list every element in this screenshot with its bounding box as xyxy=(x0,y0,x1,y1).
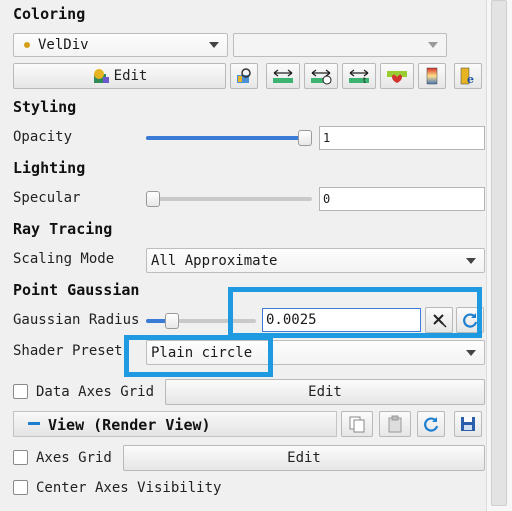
highlight-shader-box xyxy=(124,335,273,377)
edit-color-legend-button[interactable]: e xyxy=(454,63,482,89)
collapse-icon xyxy=(28,422,40,425)
specular-label: Specular xyxy=(13,190,81,206)
slider-handle[interactable] xyxy=(165,313,179,329)
edit-label: Edit xyxy=(308,384,342,400)
slider-handle[interactable] xyxy=(146,191,160,207)
edit-color-map-button[interactable]: Edit xyxy=(13,63,226,89)
scrollbar-thumb[interactable] xyxy=(491,0,507,506)
svg-text:t: t xyxy=(363,76,366,85)
color-array-value: VelDiv xyxy=(38,37,89,53)
opacity-input[interactable]: 1 xyxy=(319,126,485,150)
use-separate-color-map-button[interactable] xyxy=(230,63,258,89)
edit-legend-icon: e xyxy=(460,67,474,85)
axes-grid-checkbox[interactable] xyxy=(13,450,28,465)
color-component-select[interactable] xyxy=(233,33,447,57)
slider-fill xyxy=(146,136,305,140)
copy-view-properties-button[interactable] xyxy=(341,411,373,437)
center-axes-visibility-checkbox[interactable] xyxy=(13,480,28,495)
rescale-custom-range-button[interactable] xyxy=(304,63,338,89)
scaling-mode-label: Scaling Mode xyxy=(13,251,115,267)
axes-grid-label: Axes Grid xyxy=(36,450,112,466)
specular-value: 0 xyxy=(323,192,331,206)
data-axes-grid-edit-button[interactable]: Edit xyxy=(165,379,485,405)
refresh-icon xyxy=(424,417,439,432)
data-axes-grid-checkbox[interactable] xyxy=(13,384,28,399)
center-axes-visibility-label: Center Axes Visibility xyxy=(36,480,222,496)
paste-view-properties-button[interactable] xyxy=(379,411,411,437)
axes-grid-edit-button[interactable]: Edit xyxy=(123,445,485,471)
highlight-radius-box xyxy=(228,287,482,338)
styling-header: Styling xyxy=(13,98,77,116)
chevron-down-icon xyxy=(209,42,219,48)
chevron-down-icon xyxy=(428,42,438,48)
view-header-label: View (Render View) xyxy=(48,416,211,434)
rescale-icon xyxy=(273,69,293,83)
rescale-custom-icon xyxy=(311,69,332,85)
view-section-header[interactable]: View (Render View) xyxy=(13,411,337,437)
color-array-select[interactable]: VelDiv xyxy=(13,33,228,57)
toggle-color-legend-button[interactable] xyxy=(418,63,446,89)
point-data-icon xyxy=(24,42,30,48)
rescale-visible-icon xyxy=(387,71,407,83)
specular-slider[interactable] xyxy=(146,189,312,209)
scaling-mode-value: All Approximate xyxy=(151,252,278,269)
opacity-label: Opacity xyxy=(13,129,73,145)
shader-preset-label: Shader Preset xyxy=(13,343,123,359)
save-as-default-button[interactable] xyxy=(454,411,482,437)
rescale-to-data-range-button[interactable] xyxy=(266,63,300,89)
edit-label: Edit xyxy=(287,450,321,466)
vertical-scrollbar[interactable] xyxy=(486,0,512,511)
point-gaussian-header: Point Gaussian xyxy=(13,281,140,299)
opacity-value: 1 xyxy=(323,131,331,145)
specular-input[interactable]: 0 xyxy=(319,187,485,211)
slider-track xyxy=(146,197,312,201)
separate-color-map-icon xyxy=(237,68,251,83)
rescale-time-icon: t xyxy=(349,69,369,85)
chevron-down-icon xyxy=(466,349,476,356)
restore-defaults-button[interactable] xyxy=(417,411,445,437)
coloring-header: Coloring xyxy=(13,5,86,23)
slider-handle[interactable] xyxy=(298,130,312,146)
color-legend-icon xyxy=(426,67,438,85)
data-axes-grid-label: Data Axes Grid xyxy=(36,384,155,400)
paste-icon xyxy=(388,415,402,433)
lighting-header: Lighting xyxy=(13,159,86,177)
rescale-visible-range-button[interactable] xyxy=(380,63,414,89)
copy-icon xyxy=(349,416,365,433)
rescale-over-time-button[interactable]: t xyxy=(342,63,376,89)
opacity-slider[interactable] xyxy=(146,128,312,148)
ray-tracing-header: Ray Tracing xyxy=(13,220,113,238)
svg-text:e: e xyxy=(467,73,474,85)
color-map-icon xyxy=(92,68,110,84)
scaling-mode-select[interactable]: All Approximate xyxy=(146,248,485,273)
chevron-down-icon xyxy=(466,257,476,264)
gaussian-radius-label: Gaussian Radius xyxy=(13,312,140,328)
save-icon xyxy=(461,417,475,431)
edit-label: Edit xyxy=(113,68,148,84)
